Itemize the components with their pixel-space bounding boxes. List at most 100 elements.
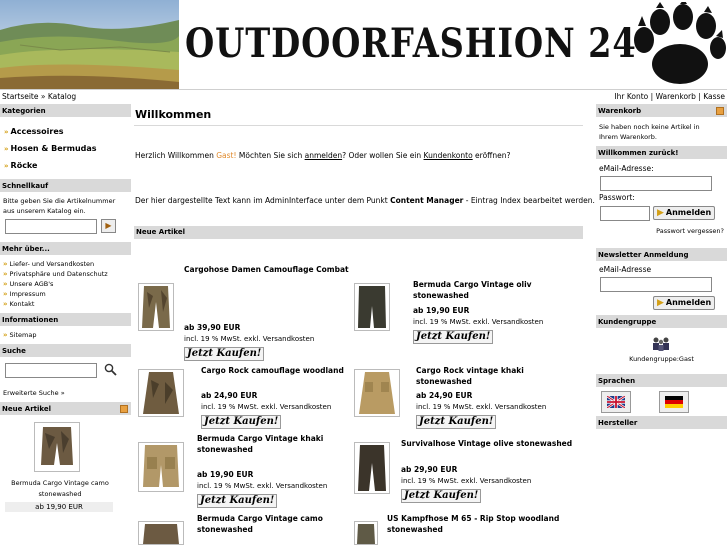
search-header: Suche	[0, 344, 131, 358]
buy-now-button[interactable]: Jetzt Kaufen!	[413, 330, 494, 344]
product-image[interactable]	[354, 283, 390, 331]
breadcrumb[interactable]: Startseite » Katalog	[2, 90, 76, 103]
site-header: OUTDOORFASHION 24	[0, 0, 727, 89]
product-title[interactable]: Bermuda Cargo Vintage khaki stonewashed	[197, 433, 327, 455]
header-landscape-image	[0, 0, 179, 89]
link-privacy[interactable]: » Privatsphäre und Datenschutz	[0, 269, 131, 279]
newsletter-email-field[interactable]	[600, 277, 712, 292]
newsletter-email-label: eMail-Adresse	[599, 265, 652, 274]
product-image[interactable]	[138, 283, 174, 331]
arrow-icon: »	[3, 260, 8, 268]
quickbuy-input[interactable]	[5, 219, 97, 234]
cart-link[interactable]: Warenkorb	[656, 92, 696, 101]
product-image[interactable]	[138, 442, 184, 492]
link-sitemap[interactable]: » Sitemap	[0, 330, 131, 340]
buy-now-button[interactable]: Jetzt Kaufen!	[197, 494, 278, 508]
arrow-icon: »	[4, 145, 9, 153]
rss-icon[interactable]	[120, 405, 128, 413]
new-item-price: ab 19,90 EUR	[5, 502, 113, 512]
search-input[interactable]	[5, 363, 97, 378]
arrow-icon: »	[3, 290, 8, 298]
newsletter-header: Newsletter Anmeldung	[596, 248, 727, 262]
register-link[interactable]: Kundenkonto	[424, 151, 473, 160]
arrow-icon: »	[3, 300, 8, 308]
arrow-icon: ▶	[657, 208, 664, 218]
link-contact[interactable]: » Kontakt	[0, 299, 131, 309]
quickbuy-submit-button[interactable]: ▶	[101, 219, 116, 233]
link-agb[interactable]: » Unsere AGB's	[0, 279, 131, 289]
tax-note: incl. 19 % MwSt. exkl. Versandkosten	[197, 482, 328, 490]
new-items-section-header: Neue Artikel	[134, 226, 583, 239]
login-link[interactable]: anmelden	[305, 151, 342, 160]
product-image[interactable]	[354, 521, 378, 545]
cart-icon[interactable]	[716, 107, 724, 115]
product-price: ab 39,90 EUR	[184, 323, 241, 332]
flag-german-icon[interactable]	[659, 391, 689, 413]
tax-note: incl. 19 % MwSt. exkl. Versandkosten	[416, 403, 547, 411]
new-item-name[interactable]: Bermuda Cargo Vintage camo stonewashed	[0, 478, 120, 500]
top-links: Ihr Konto | Warenkorb | Kasse	[614, 92, 725, 101]
category-hosen-bermudas[interactable]: » Hosen & Bermudas	[0, 140, 131, 157]
arrow-icon: ▶	[657, 298, 664, 308]
product-title[interactable]: US Kampfhose M 65 - Rip Stop woodland st…	[387, 513, 577, 535]
cart-header: Warenkorb	[596, 104, 727, 118]
product-title[interactable]: Bermuda Cargo Vintage camo stonewashed	[197, 513, 347, 535]
product-image[interactable]	[354, 369, 400, 417]
cart-empty-text-2: Ihrem Warenkorb.	[599, 133, 657, 141]
customer-group-value: Kundengruppe:Gast	[629, 355, 694, 363]
link-shipping-costs[interactable]: » Liefer- und Versandkosten	[0, 259, 131, 269]
page-title: Willkommen	[134, 104, 583, 126]
category-accessoires[interactable]: » Accessoires	[0, 123, 131, 140]
login-button[interactable]: ▶ Anmelden	[653, 206, 716, 220]
more-about-header: Mehr über...	[0, 242, 131, 256]
product-price: ab 24,90 EUR	[201, 391, 258, 400]
quickbuy-text-2: aus unserem Katalog ein.	[3, 207, 86, 215]
category-roecke[interactable]: » Röcke	[0, 157, 131, 174]
tax-note: incl. 19 % MwSt. exkl. Versandkosten	[401, 477, 532, 485]
greeting-text: Herzlich Willkommen Gast! Möchten Sie si…	[135, 151, 511, 160]
buy-now-button[interactable]: Jetzt Kaufen!	[184, 347, 265, 361]
product-image[interactable]	[354, 442, 390, 494]
newsletter-subscribe-button[interactable]: ▶ Anmelden	[653, 296, 716, 310]
product-price: ab 19,90 EUR	[197, 470, 254, 479]
arrow-icon: »	[4, 162, 9, 170]
arrow-icon: »	[3, 270, 8, 278]
link-impressum[interactable]: » Impressum	[0, 289, 131, 299]
tax-note: incl. 19 % MwSt. exkl. Versandkosten	[413, 318, 544, 326]
manufacturer-header: Hersteller	[596, 416, 727, 430]
search-icon[interactable]	[104, 363, 117, 376]
guest-label: Gast!	[216, 151, 237, 160]
customer-group-header: Kundengruppe	[596, 315, 727, 329]
main-content: Willkommen Herzlich Willkommen Gast! Möc…	[134, 104, 595, 545]
product-title[interactable]: Cargo Rock vintage khaki stonewashed	[416, 365, 581, 387]
quickbuy-text-1: Bitte geben Sie die Artikelnummer	[3, 197, 116, 205]
product-image[interactable]	[138, 369, 184, 417]
product-title[interactable]: Cargo Rock camouflage woodland	[201, 365, 351, 376]
quickbuy-header: Schnellkauf	[0, 179, 131, 193]
product-title[interactable]: Cargohose Damen Camouflage Combat	[184, 264, 354, 275]
buy-now-button[interactable]: Jetzt Kaufen!	[201, 415, 282, 429]
product-title[interactable]: Survivalhose Vintage olive stonewashed	[401, 438, 581, 449]
tax-note: incl. 19 % MwSt. exkl. Versandkosten	[184, 335, 315, 343]
arrow-icon: »	[3, 280, 8, 288]
buy-now-button[interactable]: Jetzt Kaufen!	[401, 489, 482, 503]
forgot-password-link[interactable]: Passwort vergessen?	[656, 227, 724, 235]
languages-header: Sprachen	[596, 374, 727, 388]
categories-header: Kategorien	[0, 104, 131, 118]
product-title[interactable]: Bermuda Cargo Vintage oliv stonewashed	[413, 279, 578, 301]
buy-now-button[interactable]: Jetzt Kaufen!	[416, 415, 497, 429]
password-field[interactable]	[600, 206, 650, 221]
product-image[interactable]	[138, 521, 184, 545]
product-price: ab 24,90 EUR	[416, 391, 473, 400]
navigation-bar: Startseite » Katalog Ihr Konto | Warenko…	[0, 89, 727, 103]
advanced-search-link[interactable]: Erweiterte Suche »	[0, 388, 131, 398]
email-label: eMail-Adresse:	[599, 164, 654, 173]
site-logo[interactable]: OUTDOORFASHION 24	[185, 20, 637, 67]
my-account-link[interactable]: Ihr Konto	[614, 92, 648, 101]
email-field[interactable]	[600, 176, 712, 191]
flag-english-icon[interactable]	[601, 391, 631, 413]
new-item-thumbnail[interactable]	[34, 422, 80, 472]
product-price: ab 29,90 EUR	[401, 465, 458, 474]
checkout-link[interactable]: Kasse	[703, 92, 725, 101]
product-price: ab 19,90 EUR	[413, 306, 470, 315]
